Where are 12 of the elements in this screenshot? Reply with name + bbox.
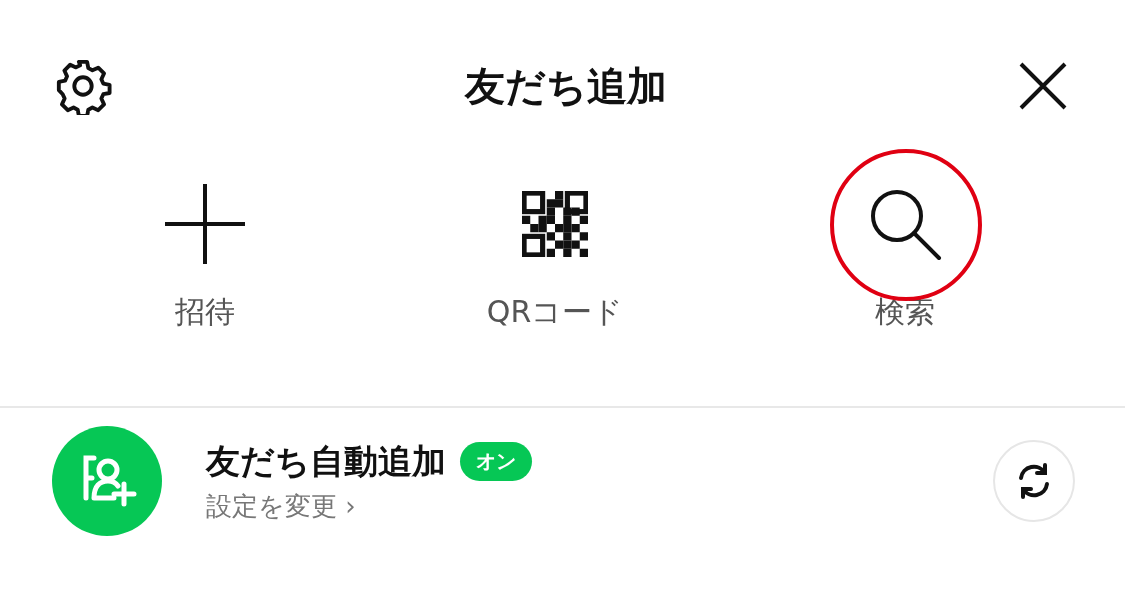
- status-badge: オン: [460, 442, 532, 481]
- settings-icon[interactable]: [54, 57, 112, 115]
- qr-code-icon: [522, 191, 588, 257]
- auto-add-title: 友だち自動追加: [206, 439, 446, 483]
- invite-button[interactable]: 招待: [105, 146, 305, 333]
- plus-icon: [165, 184, 245, 264]
- qr-code-button[interactable]: QRコード: [455, 146, 655, 333]
- page-title: 友だち追加: [464, 61, 667, 111]
- close-icon[interactable]: [1019, 62, 1067, 110]
- search-button[interactable]: 検索: [805, 146, 1005, 333]
- friend-add-icon: [52, 426, 162, 536]
- change-settings-link[interactable]: 設定を変更 ›: [206, 488, 949, 524]
